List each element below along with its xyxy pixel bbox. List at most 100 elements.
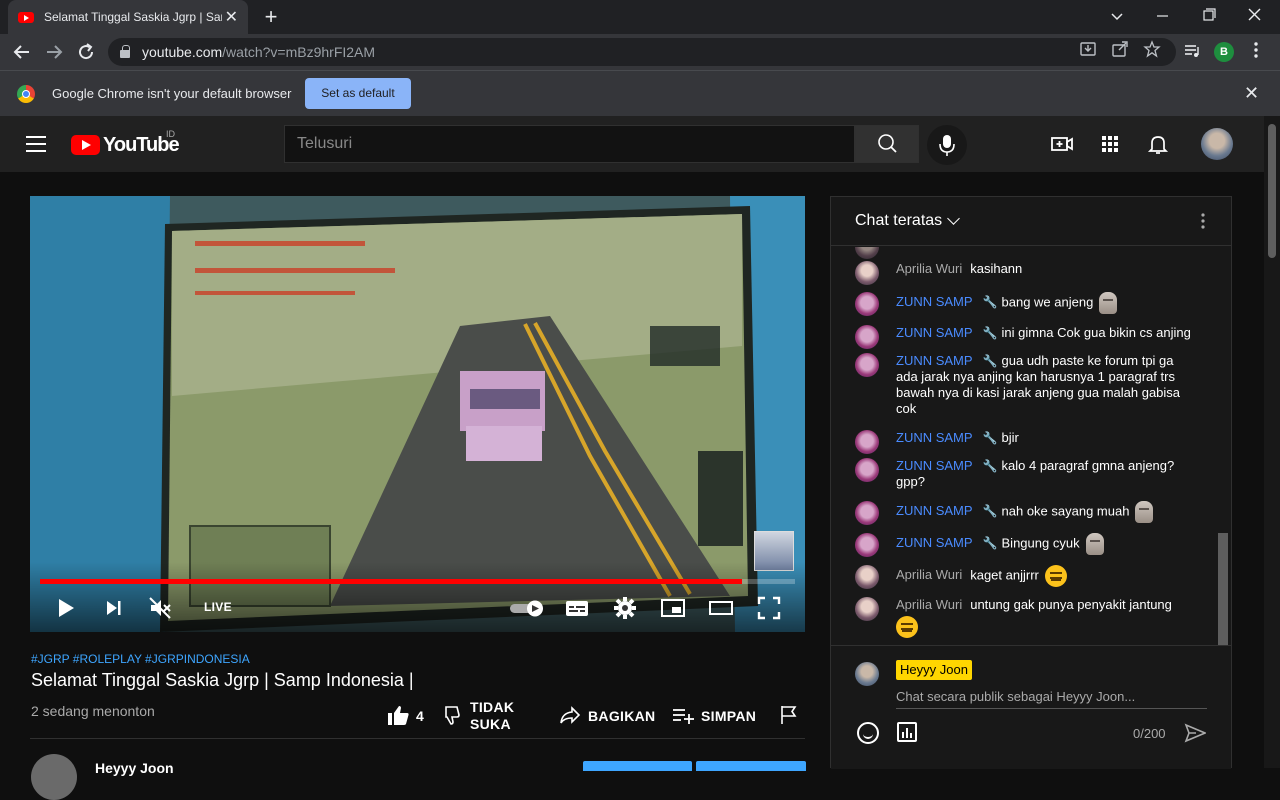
minimize-icon[interactable] — [1150, 5, 1176, 29]
lock-icon[interactable] — [120, 45, 130, 58]
install-app-icon[interactable] — [1079, 40, 1097, 58]
fullscreen-icon[interactable] — [757, 596, 781, 620]
chat-author[interactable]: ZUNN SAMP — [896, 353, 973, 368]
chat-avatar — [855, 325, 879, 349]
tab-close-icon[interactable]: ✕ — [225, 7, 238, 27]
chat-avatar — [855, 501, 879, 525]
bookmark-star-icon[interactable] — [1143, 40, 1161, 58]
close-window-icon[interactable] — [1242, 5, 1268, 29]
chrome-menu-icon[interactable] — [1248, 40, 1264, 60]
analytics-button[interactable] — [583, 761, 692, 771]
apps-grid-icon[interactable] — [1098, 132, 1122, 156]
account-avatar[interactable] — [1201, 128, 1233, 160]
chat-text: kasihann — [970, 261, 1023, 276]
youtube-logo[interactable]: YouTube — [71, 134, 180, 156]
chat-text: kaget anjjrrr — [970, 567, 1039, 583]
chat-author[interactable]: ZUNN SAMP — [896, 535, 973, 550]
chat-author[interactable]: ZUNN SAMP — [896, 325, 973, 340]
save-button[interactable]: SIMPAN — [701, 708, 756, 724]
reload-icon[interactable] — [74, 40, 98, 64]
search-input[interactable]: Telusuri — [284, 125, 855, 163]
share-page-icon[interactable] — [1111, 40, 1129, 58]
notifications-bell-icon[interactable] — [1146, 132, 1170, 156]
chat-avatar — [855, 458, 879, 482]
video-hashtags[interactable]: #JGRP #ROLEPLAY #JGRPINDONESIA — [31, 652, 250, 666]
edit-video-button[interactable] — [696, 761, 806, 771]
next-icon[interactable] — [102, 596, 126, 620]
live-badge[interactable]: LIVE — [204, 600, 232, 614]
theater-mode-icon[interactable] — [709, 596, 733, 620]
chat-avatar — [855, 565, 879, 589]
subtitles-icon[interactable] — [565, 596, 589, 620]
channel-name[interactable]: Heyyy Joon — [95, 760, 174, 776]
more-options-icon[interactable] — [1197, 211, 1209, 231]
emoji-picker-icon[interactable] — [857, 722, 879, 744]
chat-author[interactable]: ZUNN SAMP — [896, 503, 973, 518]
page-scrollbar-thumb[interactable] — [1268, 124, 1276, 258]
search-icon — [878, 134, 897, 153]
share-button[interactable]: BAGIKAN — [588, 708, 655, 724]
back-icon[interactable] — [10, 40, 34, 64]
poll-icon[interactable] — [897, 722, 917, 742]
infobar-close-icon[interactable]: ✕ — [1244, 83, 1259, 104]
chat-input-author-name: Heyyy Joon — [896, 660, 972, 680]
send-icon[interactable] — [1184, 722, 1206, 744]
chat-author[interactable]: Aprilia Wuri — [896, 567, 962, 582]
chat-message[interactable]: ZUNN SAMP 🔧 kalo 4 paragraf gmna anjeng? g… — [855, 458, 1195, 490]
search-button[interactable] — [855, 125, 919, 163]
dislike-button[interactable]: TIDAK SUKA — [470, 699, 530, 733]
chat-message[interactable]: ZUNN SAMP 🔧 nah oke sayang muah — [855, 501, 1195, 525]
new-tab-button[interactable]: + — [258, 4, 284, 30]
chat-message[interactable]: ZUNN SAMP 🔧 Bingung cyuk — [855, 533, 1195, 557]
voice-search-button[interactable] — [927, 125, 967, 165]
volume-muted-icon[interactable] — [148, 596, 172, 620]
chat-author[interactable]: ZUNN SAMP — [896, 430, 973, 445]
like-count[interactable]: 4 — [416, 708, 424, 724]
address-bar[interactable]: youtube.com/watch?v=mBz9hrFI2AM — [108, 38, 1176, 66]
create-video-icon[interactable] — [1050, 132, 1074, 156]
chat-avatar — [855, 247, 879, 259]
dislike-icon[interactable] — [443, 703, 467, 727]
set-as-default-button[interactable]: Set as default — [305, 78, 411, 109]
chat-message-input[interactable]: Chat secara publik sebagai Heyyy Joon... — [896, 689, 1135, 704]
chat-avatar — [855, 292, 879, 316]
chevron-down-icon[interactable] — [947, 212, 960, 225]
play-icon[interactable] — [54, 596, 78, 620]
chat-author[interactable]: Aprilia Wuri — [896, 597, 962, 612]
chat-scrollbar-thumb[interactable] — [1218, 533, 1228, 645]
report-flag-icon[interactable] — [777, 703, 801, 727]
chat-author[interactable]: Aprilia Wuri — [896, 261, 962, 276]
infobar-message: Google Chrome isn't your default browser — [52, 86, 292, 101]
forward-icon[interactable] — [42, 40, 66, 64]
chat-message-list[interactable]: Aprilia Wuri kasihann ZUNN SAMP 🔧 bang we a… — [831, 247, 1215, 645]
share-icon[interactable] — [558, 703, 582, 727]
chat-message[interactable]: ZUNN SAMP 🔧 bjir — [855, 430, 1195, 454]
chat-text: Bingung cyuk — [1001, 535, 1080, 551]
save-playlist-icon[interactable] — [671, 703, 695, 727]
autoplay-toggle-icon[interactable] — [508, 596, 548, 620]
chat-text: bjir — [1001, 430, 1019, 445]
chat-input-avatar — [855, 662, 879, 686]
chat-message[interactable]: Aprilia Wuri kasihann — [855, 261, 1195, 285]
chat-message[interactable]: ZUNN SAMP 🔧 bang we anjeng — [855, 292, 1195, 316]
chat-avatar — [855, 261, 879, 285]
settings-gear-icon[interactable] — [613, 596, 637, 620]
browser-tab[interactable]: Selamat Tinggal Saskia Jgrp | Sam ✕ — [8, 0, 248, 34]
chat-author[interactable]: ZUNN SAMP — [896, 294, 973, 309]
restore-icon[interactable] — [1196, 5, 1222, 29]
progress-bar[interactable] — [40, 579, 795, 584]
tab-search-icon[interactable] — [1104, 5, 1130, 29]
channel-avatar[interactable] — [31, 754, 77, 800]
video-player[interactable]: LIVE — [30, 196, 805, 632]
browser-profile-avatar[interactable]: B — [1214, 42, 1234, 62]
guide-menu-icon[interactable] — [26, 136, 46, 152]
media-queue-icon[interactable] — [1183, 42, 1201, 60]
chat-author[interactable]: ZUNN SAMP — [896, 458, 973, 473]
chat-message[interactable]: Aprilia Wuri kaget anjjrrr — [855, 565, 1195, 589]
miniplayer-icon[interactable] — [661, 596, 685, 620]
chat-mode-dropdown[interactable]: Chat teratas — [855, 212, 942, 230]
chat-message[interactable]: ZUNN SAMP 🔧 ini gimna Cok gua bikin cs anj… — [855, 325, 1195, 349]
chat-message[interactable]: ZUNN SAMP 🔧 gua udh paste ke forum tpi ga … — [855, 353, 1195, 417]
like-icon[interactable] — [386, 703, 410, 727]
chat-message[interactable]: Aprilia Wuri untung gak punya penyakit ja… — [855, 597, 1195, 638]
